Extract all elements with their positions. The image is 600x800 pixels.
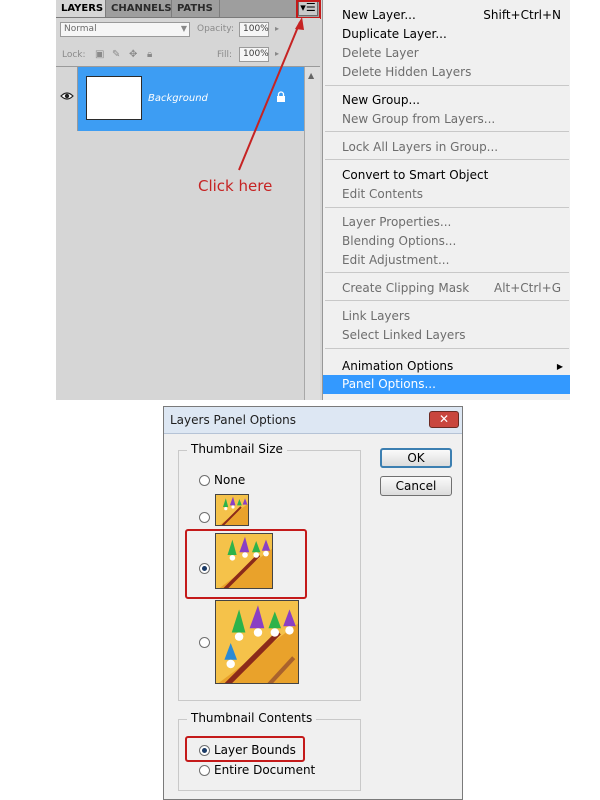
menu-item-create-clipping-mask[interactable]: Create Clipping Mask Alt+Ctrl+G — [323, 279, 570, 298]
radio-entire-document-label: Entire Document — [214, 763, 316, 777]
annotation-arrow — [238, 17, 304, 171]
radio-entire-document[interactable] — [199, 765, 210, 776]
panel-flyout-menu: New Layer... Shift+Ctrl+N Duplicate Laye… — [322, 0, 570, 400]
menu-item-select-linked-layers[interactable]: Select Linked Layers — [323, 326, 570, 345]
dialog-title: Layers Panel Options — [170, 413, 297, 427]
layers-panel-screenshot: LAYERS CHANNELS PATHS ▾☰ Normal ▼ Opacit… — [56, 0, 570, 400]
menu-separator — [325, 300, 569, 301]
layers-panel-options-dialog: Layers Panel Options ✕ Thumbnail Size No… — [163, 406, 463, 800]
thumbnail-small-preview[interactable] — [215, 494, 249, 526]
menu-item-new-group[interactable]: New Group... — [323, 91, 570, 110]
menu-separator — [325, 207, 569, 208]
radio-thumbnail-large[interactable] — [199, 637, 210, 648]
menu-separator — [325, 348, 569, 349]
menu-separator — [325, 159, 569, 160]
thumbnail-size-group: Thumbnail Size None — [178, 442, 361, 701]
layer-bounds-highlight-box — [185, 736, 305, 762]
radio-thumbnail-none[interactable] — [199, 475, 210, 486]
dialog-title-bar[interactable]: Layers Panel Options ✕ — [164, 407, 462, 434]
ok-button[interactable]: OK — [380, 448, 452, 468]
menu-separator — [325, 131, 569, 132]
menu-item-lock-all-layers[interactable]: Lock All Layers in Group... — [323, 138, 570, 157]
menu-item-animation-options[interactable]: Animation Options ▶ — [323, 357, 570, 376]
thumbnail-size-label: Thumbnail Size — [187, 442, 287, 456]
menu-item-layer-properties[interactable]: Layer Properties... — [323, 213, 570, 232]
shortcut-clipping-mask: Alt+Ctrl+G — [493, 281, 561, 295]
submenu-arrow-icon: ▶ — [556, 362, 563, 371]
radio-thumbnail-small[interactable] — [199, 512, 210, 523]
menu-item-new-layer[interactable]: New Layer... Shift+Ctrl+N — [323, 6, 570, 25]
radio-none-label: None — [214, 473, 246, 487]
menu-separator — [325, 272, 569, 273]
close-icon: ✕ — [438, 412, 450, 426]
thumbnail-large-preview[interactable] — [215, 600, 299, 684]
thumbnail-contents-group: Thumbnail Contents Layer Bounds Entire D… — [178, 711, 361, 791]
menu-item-link-layers[interactable]: Link Layers — [323, 307, 570, 326]
cancel-button[interactable]: Cancel — [380, 476, 452, 496]
thumbnail-contents-label: Thumbnail Contents — [187, 711, 317, 725]
gnome-image-small — [217, 495, 248, 525]
menu-item-delete-hidden-layers[interactable]: Delete Hidden Layers — [323, 63, 570, 82]
selected-size-highlight-box — [185, 529, 307, 599]
click-here-annotation: Click here — [198, 177, 273, 195]
menu-item-edit-contents[interactable]: Edit Contents — [323, 185, 570, 204]
menu-item-edit-adjustment[interactable]: Edit Adjustment... — [323, 251, 570, 270]
shortcut-new-layer: Shift+Ctrl+N — [483, 8, 561, 22]
menu-item-blending-options[interactable]: Blending Options... — [323, 232, 570, 251]
menu-item-delete-layer[interactable]: Delete Layer — [323, 44, 570, 63]
layers-panel: LAYERS CHANNELS PATHS ▾☰ Normal ▼ Opacit… — [56, 0, 321, 400]
menu-item-duplicate-layer[interactable]: Duplicate Layer... — [323, 25, 570, 44]
menu-item-panel-options[interactable]: Panel Options... — [323, 375, 570, 394]
close-button[interactable]: ✕ — [429, 411, 459, 428]
menu-item-new-group-from-layers[interactable]: New Group from Layers... — [323, 110, 570, 129]
menu-separator — [325, 85, 569, 86]
gnome-image-large — [216, 601, 298, 683]
menu-item-convert-smart-object[interactable]: Convert to Smart Object — [323, 166, 570, 185]
